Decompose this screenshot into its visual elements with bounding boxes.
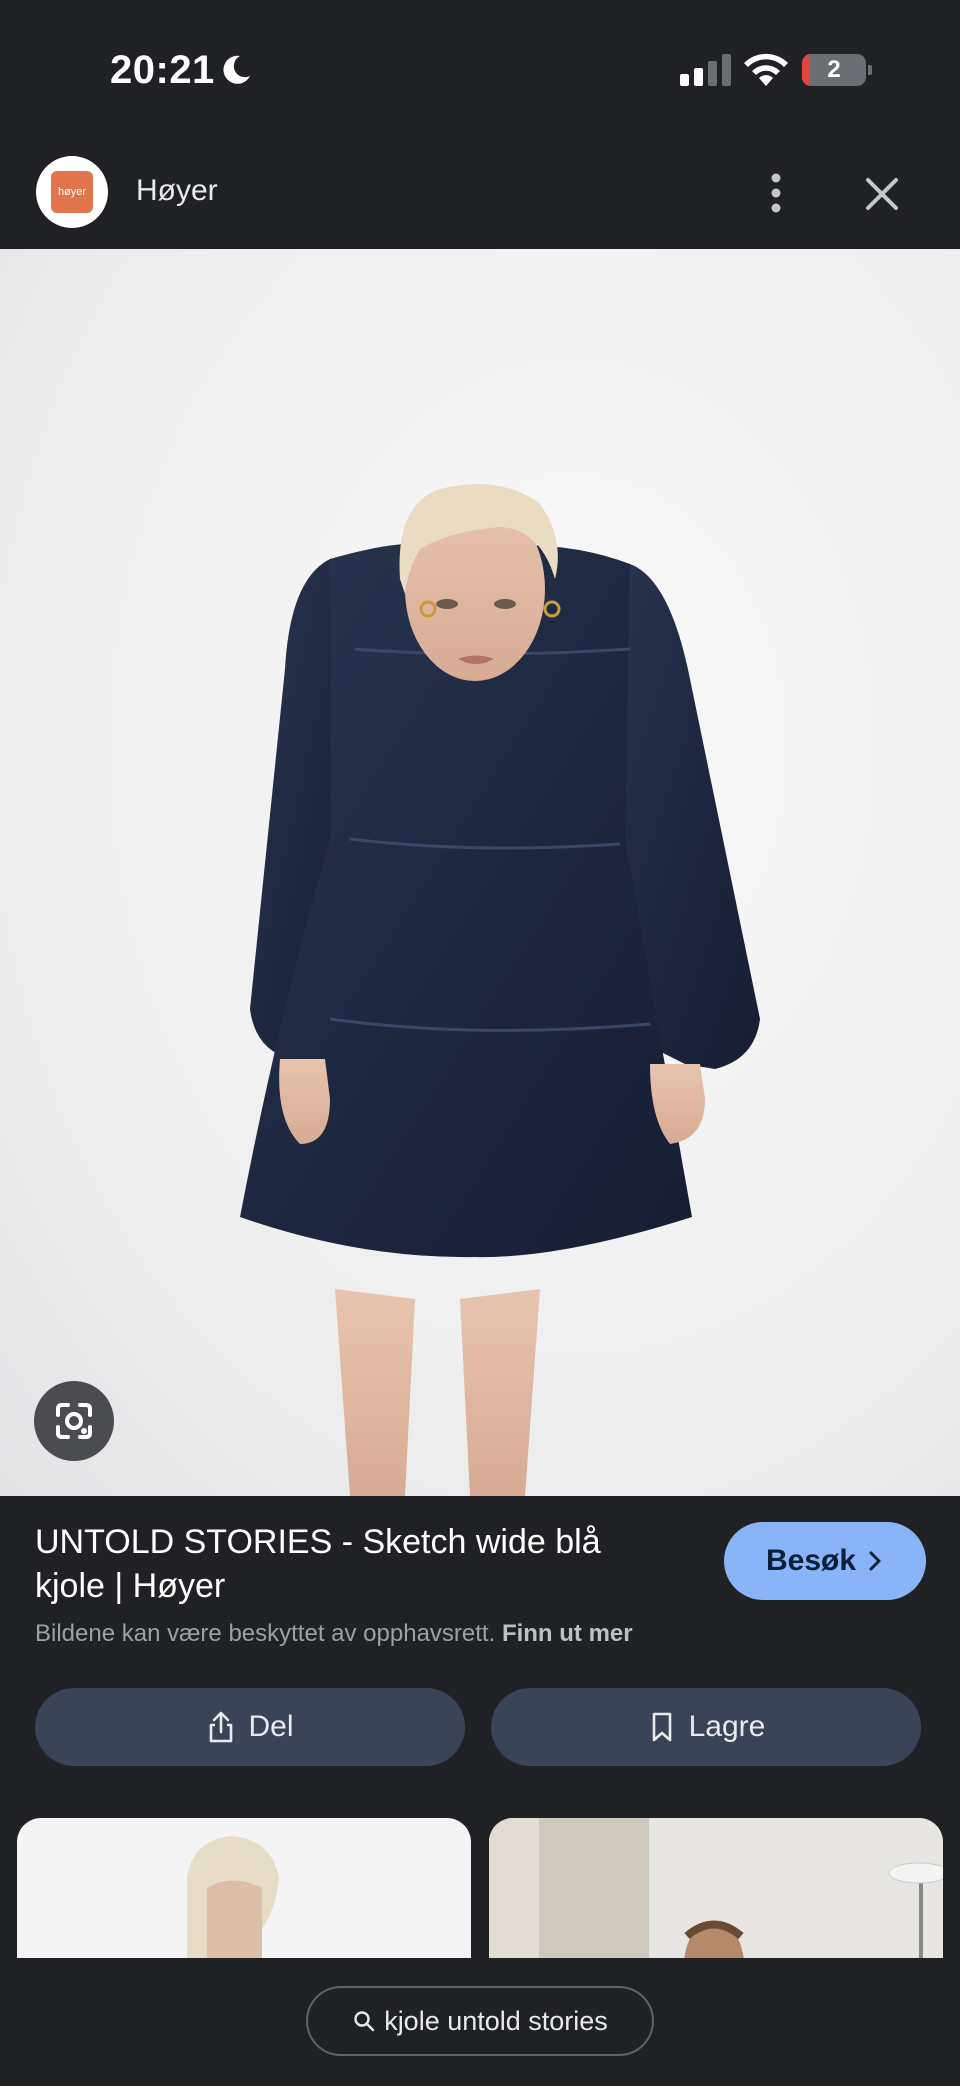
related-image-2-illustration	[489, 1818, 943, 1960]
bottom-bar: kjole untold stories	[0, 1958, 960, 2086]
close-icon[interactable]	[858, 170, 906, 218]
copyright-text: Bildene kan være beskyttet av opphavsret…	[35, 1620, 496, 1647]
cellular-signal-icon	[680, 54, 731, 86]
result-title[interactable]: UNTOLD STORIES - Sketch wide blå kjole |…	[35, 1520, 675, 1608]
status-bar: 20:21 2	[0, 0, 960, 140]
search-query-text: kjole untold stories	[384, 2005, 608, 2036]
share-label: Del	[248, 1710, 294, 1743]
learn-more-link[interactable]: Finn ut mer	[502, 1620, 633, 1647]
visit-button[interactable]: Besøk	[724, 1522, 926, 1600]
moon-icon	[223, 55, 250, 84]
battery-level: 2	[827, 56, 841, 83]
more-vert-icon[interactable]	[756, 168, 796, 218]
save-button[interactable]: Lagre	[491, 1688, 921, 1766]
google-lens-icon	[56, 1403, 92, 1439]
site-header: høyer Høyer	[0, 150, 960, 250]
chevron-right-icon	[869, 1551, 881, 1571]
search-query-chip[interactable]: kjole untold stories	[306, 1986, 654, 2056]
wifi-icon	[744, 53, 788, 86]
visit-label: Besøk	[765, 1544, 857, 1577]
site-logo-text: høyer	[51, 171, 93, 213]
related-image-2[interactable]	[489, 1818, 943, 1960]
battery-indicator: 2	[802, 54, 872, 86]
related-image-1[interactable]	[17, 1818, 471, 1960]
copyright-notice: Bildene kan være beskyttet av opphavsret…	[35, 1620, 633, 1648]
share-icon	[210, 1711, 233, 1743]
site-logo[interactable]: høyer	[36, 156, 108, 228]
save-label: Lagre	[688, 1710, 766, 1743]
status-time: 20:21	[110, 48, 215, 92]
related-image-1-illustration	[187, 1836, 279, 1960]
share-button[interactable]: Del	[35, 1688, 465, 1766]
product-image[interactable]	[0, 249, 960, 1496]
bookmark-icon	[652, 1712, 671, 1742]
dress-photo-illustration	[240, 484, 760, 1496]
google-lens-button[interactable]	[34, 1381, 114, 1461]
search-icon	[354, 2011, 375, 2032]
site-name[interactable]: Høyer	[136, 174, 218, 208]
